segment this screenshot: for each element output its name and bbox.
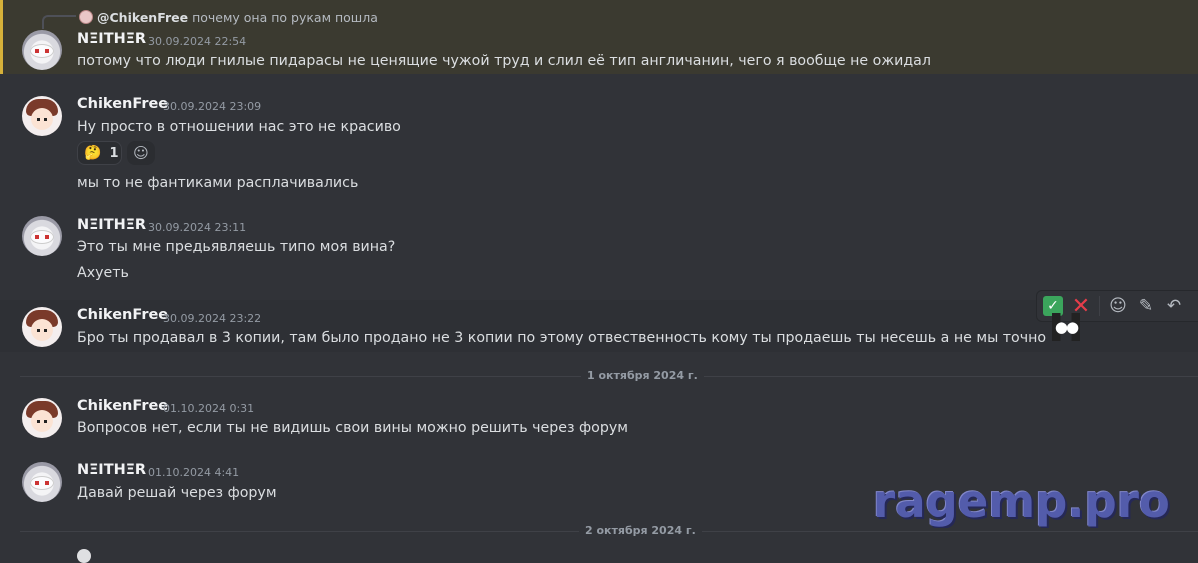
reply-connector: [42, 15, 76, 29]
avatar[interactable]: [77, 549, 91, 563]
message-username[interactable]: NΞITHΞR: [77, 462, 146, 478]
message-hover-toolbar: ✓ ●● ✕ ☺ ✎ ↶: [1036, 290, 1198, 341]
message-text: Ну просто в отношении нас это не красиво: [77, 119, 401, 135]
watermark-text: ragemp.pro: [873, 475, 1170, 528]
reply-text[interactable]: почему она по рукам пошла: [192, 10, 378, 25]
message-text: Давай решай через форум: [77, 485, 277, 501]
message-text: Бро ты продавал в 3 копии, там было прод…: [77, 330, 1047, 346]
message-text: потому что люди гнилые пидарасы не ценящ…: [77, 53, 931, 69]
message-text: Ахуеть: [77, 265, 129, 281]
date-divider-label: 1 октября 2024 г.: [581, 369, 704, 382]
avatar[interactable]: [22, 216, 62, 256]
thinking-emoji-icon: 🤔: [84, 145, 102, 161]
message-username[interactable]: NΞITHΞR: [77, 217, 146, 233]
add-reaction-icon[interactable]: ☺: [1104, 292, 1132, 320]
reply-avatar[interactable]: [79, 10, 93, 24]
eyes-reaction-icon[interactable]: ●●: [1052, 313, 1080, 341]
reaction-pill[interactable]: 🤔 1: [77, 141, 122, 165]
avatar[interactable]: [22, 462, 62, 502]
avatar[interactable]: [22, 398, 62, 438]
message-text: мы то не фантиками расплачивались: [77, 175, 359, 191]
message-timestamp: 30.09.2024 23:11: [148, 221, 247, 234]
reaction-count: 1: [109, 145, 119, 161]
avatar[interactable]: [22, 307, 62, 347]
message-text: Это ты мне предьявляешь типо моя вина?: [77, 239, 396, 255]
message-timestamp: 30.09.2024 23:09: [163, 100, 262, 113]
edit-pencil-icon[interactable]: ✎: [1132, 292, 1160, 320]
reply-preview[interactable]: @ChikenFree почему она по рукам пошла: [79, 8, 378, 26]
toolbar-separator: [1099, 296, 1100, 316]
avatar[interactable]: [22, 30, 62, 70]
date-divider-label: 2 октября 2024 г.: [579, 524, 702, 537]
message-timestamp: 30.09.2024 22:54: [148, 35, 247, 48]
message-timestamp: 01.10.2024 0:31: [163, 402, 255, 415]
message-username[interactable]: ChikenFree: [77, 398, 168, 414]
message-username[interactable]: ChikenFree: [77, 307, 168, 323]
reply-arrow-icon[interactable]: ↶: [1160, 292, 1188, 320]
reply-username[interactable]: @ChikenFree: [97, 10, 188, 25]
message-username[interactable]: ChikenFree: [77, 96, 168, 112]
add-reaction-icon[interactable]: ☺: [127, 141, 155, 165]
message-timestamp: 01.10.2024 4:41: [148, 466, 240, 479]
message-timestamp: 30.09.2024 23:22: [163, 312, 262, 325]
message-text: Вопросов нет, если ты не видишь свои вин…: [77, 420, 628, 436]
message-username[interactable]: NΞITHΞR: [77, 31, 146, 47]
avatar[interactable]: [22, 96, 62, 136]
